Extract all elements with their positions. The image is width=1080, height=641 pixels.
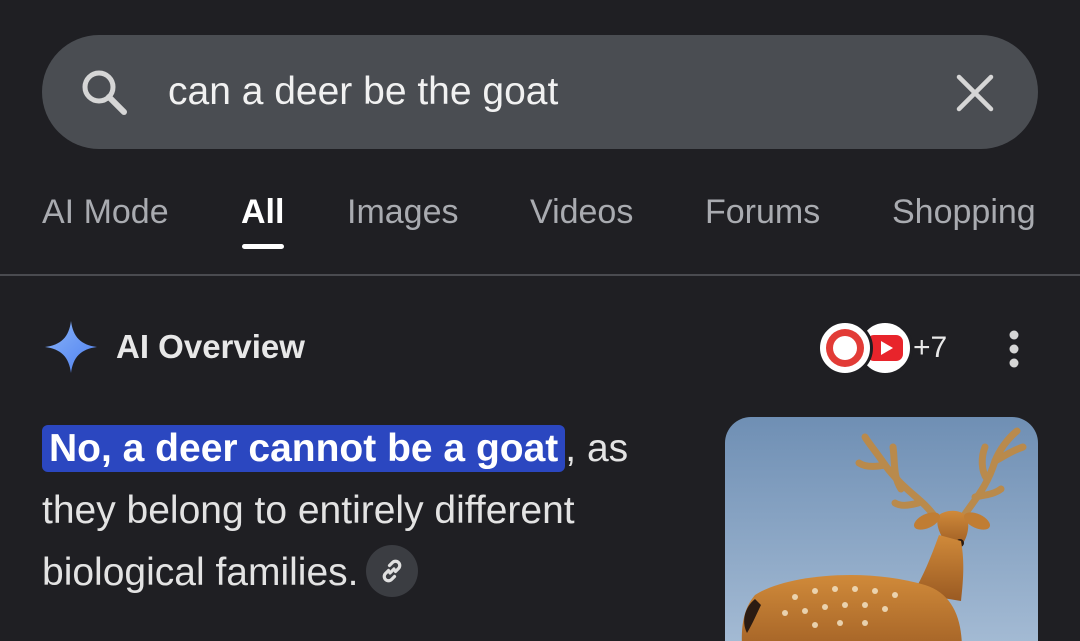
source-favicon-icon[interactable]	[817, 320, 873, 376]
tabs-divider	[0, 274, 1080, 276]
tab-images[interactable]: Images	[347, 192, 459, 232]
source-favicons[interactable]	[817, 320, 913, 376]
search-tabs: AI Mode All Images Videos Forums Shoppin…	[0, 180, 1080, 274]
search-input[interactable]: can a deer be the goat	[168, 64, 888, 120]
tab-forums[interactable]: Forums	[705, 192, 820, 232]
ai-overview-answer: No, a deer cannot be a goat, as they bel…	[42, 418, 682, 604]
source-count[interactable]: +7	[913, 328, 947, 368]
link-icon[interactable]	[366, 544, 419, 597]
more-vert-icon[interactable]	[998, 326, 1030, 372]
tab-ai-mode[interactable]: AI Mode	[42, 192, 169, 232]
active-tab-indicator	[242, 244, 284, 249]
deer-image[interactable]	[725, 417, 1038, 641]
close-icon[interactable]	[950, 68, 1000, 118]
search-results-page: can a deer be the goat AI Mode All Image…	[0, 0, 1080, 641]
tab-all[interactable]: All	[241, 192, 284, 232]
answer-highlight: No, a deer cannot be a goat	[42, 425, 566, 472]
sparkle-icon	[45, 321, 97, 373]
tab-videos[interactable]: Videos	[530, 192, 633, 232]
ai-overview-title: AI Overview	[116, 328, 305, 365]
search-icon[interactable]	[78, 66, 130, 118]
tab-shopping[interactable]: Shopping	[892, 192, 1036, 232]
